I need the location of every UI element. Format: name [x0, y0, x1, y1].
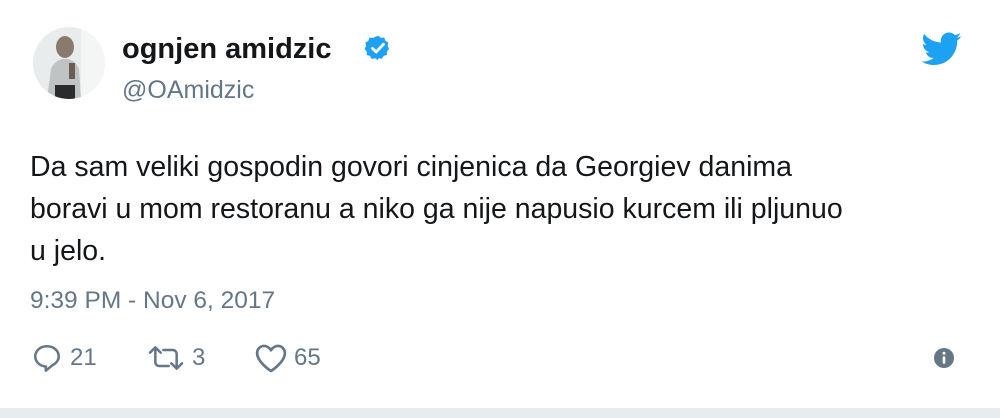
twitter-bird-icon[interactable]	[922, 32, 962, 66]
retweet-button[interactable]: 3	[146, 340, 205, 376]
verified-badge-icon	[364, 35, 390, 61]
tweet-actions: 21 3 65	[30, 340, 970, 376]
reply-count: 21	[70, 344, 97, 371]
tweet-card: ognjen amidzic @OAmidzic Da sam veliki g…	[0, 0, 1000, 418]
display-name[interactable]: ognjen amidzic	[122, 33, 331, 66]
reply-icon	[34, 345, 60, 372]
tweet-text-line: boravi u mom restoranu a niko ga nije na…	[30, 193, 843, 225]
tweet-text-line: u jelo.	[30, 235, 107, 267]
tweet-text: Da sam veliki gospodin govori cinjenica …	[30, 146, 975, 272]
retweet-count: 3	[192, 344, 206, 371]
like-count: 65	[294, 344, 321, 371]
info-icon[interactable]	[932, 346, 956, 370]
profile-photo-icon	[33, 27, 105, 99]
like-button[interactable]: 65	[254, 340, 321, 376]
tweet-timestamp[interactable]: 9:39 PM - Nov 6, 2017	[30, 287, 275, 315]
reply-button[interactable]: 21	[30, 340, 97, 376]
retweet-icon	[148, 346, 184, 370]
user-handle[interactable]: @OAmidzic	[122, 76, 254, 105]
heart-icon	[255, 344, 287, 373]
avatar[interactable]	[33, 27, 105, 99]
tweet-text-line: Da sam veliki gospodin govori cinjenica …	[30, 151, 792, 183]
